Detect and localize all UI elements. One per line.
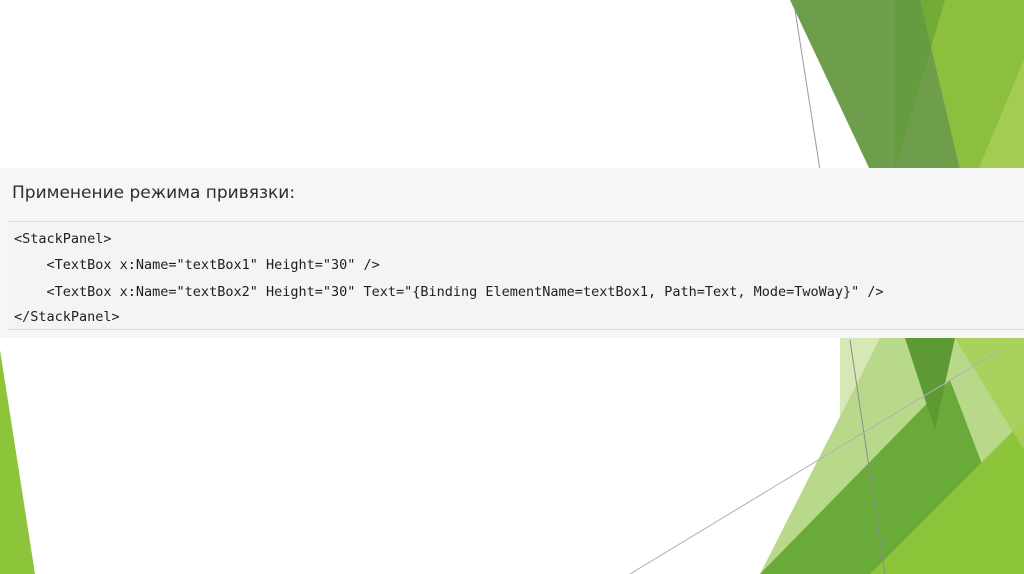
section-heading: Применение режима привязки: [12, 183, 296, 203]
code-line: <TextBox x:Name="textBox2" Height="30" T… [14, 284, 884, 300]
code-line: <TextBox x:Name="textBox1" Height="30" /… [14, 257, 380, 273]
code-line: </StackPanel> [14, 309, 120, 325]
code-line: <StackPanel> [14, 231, 112, 247]
code-block: <StackPanel> <TextBox x:Name="textBox1" … [8, 221, 1024, 330]
slide: Применение режима привязки: <StackPanel>… [0, 0, 1024, 574]
